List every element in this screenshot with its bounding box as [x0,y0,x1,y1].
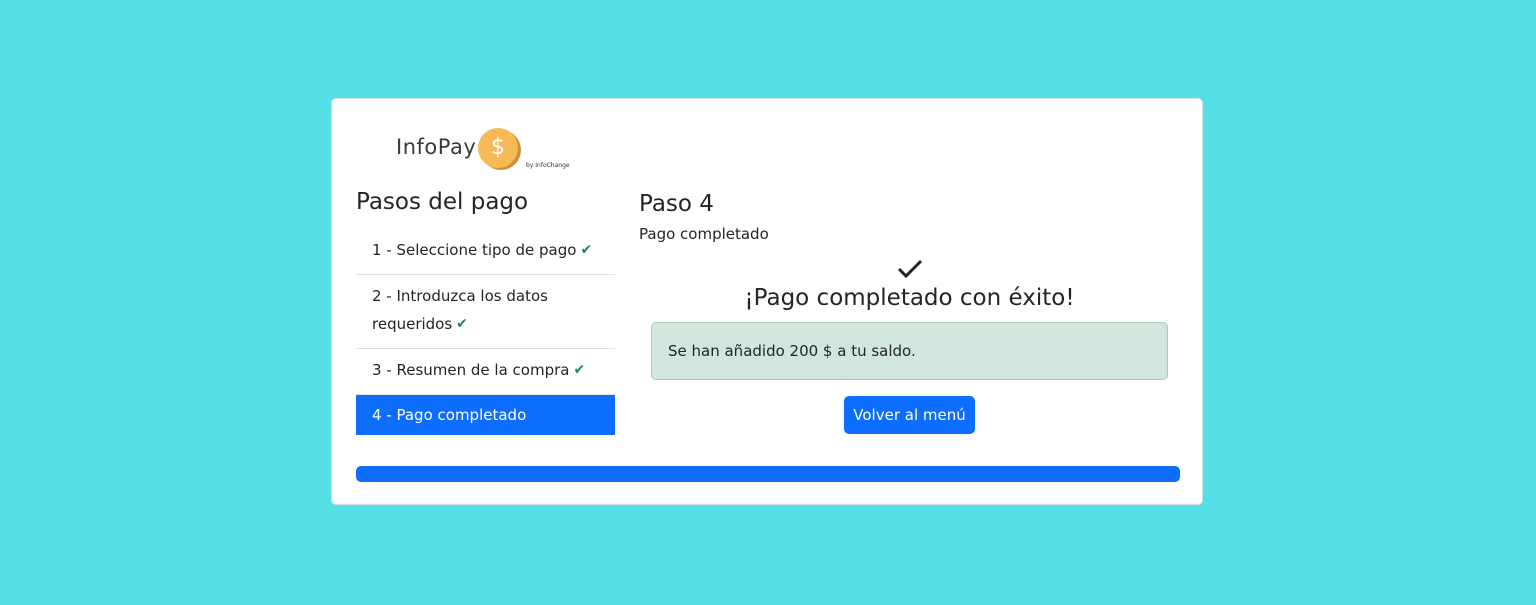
back-to-menu-button[interactable]: Volver al menú [844,396,975,434]
success-message: ¡Pago completado con éxito! [744,285,1075,311]
step-item-3: 3 - Resumen de la compra ✔ [356,349,615,395]
success-alert: Se han añadido 200 $ a tu saldo. [651,322,1168,380]
step-item-2: 2 - Introduzca los datos requeridos ✔ [356,275,615,349]
step-label: 4 - Pago completado [372,406,527,424]
progress-fill [356,466,1180,482]
checkmark-icon: ✔ [456,316,468,332]
checkmark-icon: ✔ [573,362,586,378]
step-subtitle: Pago completado [639,225,769,243]
progress-bar [356,466,1180,482]
dollar-coin-icon: $ [478,128,518,168]
logo-byline: by InfoChange [526,162,570,169]
checkmark-icon: ✔ [580,242,593,258]
infopay-logo: InfoPay $ by InfoChange [396,128,572,174]
steps-list: 1 - Seleccione tipo de pago ✔ 2 - Introdu… [356,229,615,435]
step-content: Paso 4 Pago completado ¡Pago completado … [639,189,1180,434]
step-label: 3 - Resumen de la compra [372,361,570,379]
step-title: Paso 4 [639,191,714,217]
payment-card: InfoPay $ by InfoChange Pasos del pago 1… [331,98,1203,505]
step-label: 1 - Seleccione tipo de pago [372,241,577,259]
step-item-4-active: 4 - Pago completado [356,395,615,435]
step-item-1: 1 - Seleccione tipo de pago ✔ [356,229,615,275]
sidebar-title: Pasos del pago [356,189,529,215]
success-check-icon [897,259,923,279]
logo-text: InfoPay [396,135,477,159]
